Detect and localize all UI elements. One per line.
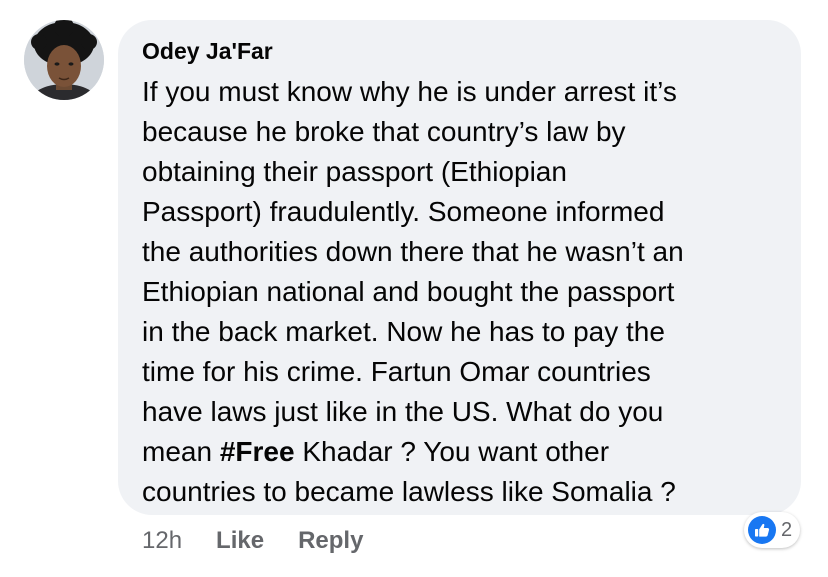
comment-actions: 12h Like Reply (142, 524, 363, 558)
avatar-photo (24, 20, 104, 100)
like-thumb-icon (748, 516, 776, 544)
comment-line: Passport) fraudulently. Someone informed (142, 196, 665, 227)
comment-line: obtaining their passport (Ethiopian (142, 156, 567, 187)
reaction-count: 2 (781, 518, 793, 541)
like-button[interactable]: Like (216, 527, 264, 555)
comment-line: have laws just like in the US. What do y… (142, 396, 664, 427)
comment-timestamp[interactable]: 12h (142, 527, 182, 555)
comment-text-segment: Khadar ? You want other (294, 436, 610, 467)
comment-line: Ethiopian national and bought the passpo… (142, 276, 675, 307)
comment-line: in the back market. Now he has to pay th… (142, 316, 665, 347)
reaction-summary[interactable]: 2 (744, 512, 801, 548)
comment-bubble: Odey Ja'Far If you must know why he is u… (118, 20, 801, 515)
comment-line: because he broke that country’s law by (142, 116, 626, 147)
comment-text-segment: mean (142, 436, 220, 467)
reply-button[interactable]: Reply (298, 527, 363, 555)
comment-line: the authorities down there that he wasn’… (142, 236, 684, 267)
comment-body: If you must know why he is under arrest … (142, 72, 781, 512)
comment-line: If you must know why he is under arrest … (142, 76, 677, 107)
author-avatar[interactable] (24, 20, 104, 100)
comment-author-name[interactable]: Odey Ja'Far (142, 36, 781, 66)
comment-line: countries to became lawless like Somalia… (142, 476, 676, 507)
comment-line: mean #Free Khadar ? You want other (142, 432, 781, 472)
comment-line: time for his crime. Fartun Omar countrie… (142, 356, 651, 387)
hashtag-link[interactable]: #Free (220, 436, 295, 467)
